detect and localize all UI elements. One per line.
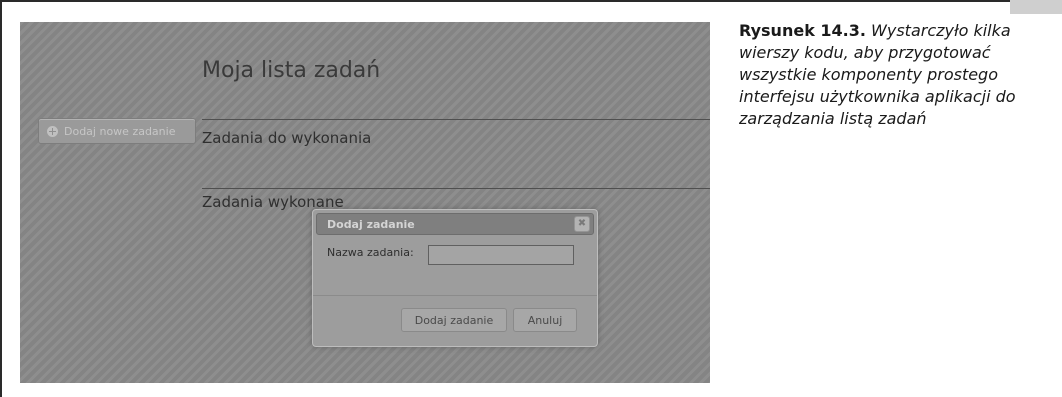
section-heading-todo: Zadania do wykonania xyxy=(202,129,372,147)
add-task-button-label: Dodaj nowe zadanie xyxy=(64,124,176,138)
dialog-title: Dodaj zadanie xyxy=(327,218,415,231)
app-screenshot: Moja lista zadań Dodaj nowe zadanie Zada… xyxy=(20,22,710,383)
figure-caption-label: Rysunek 14.3. xyxy=(739,21,866,40)
task-name-input[interactable] xyxy=(428,245,574,265)
dialog-divider xyxy=(313,295,597,296)
page-title: Moja lista zadań xyxy=(202,58,381,83)
section-divider-done xyxy=(202,188,710,189)
add-task-button[interactable]: Dodaj nowe zadanie xyxy=(38,118,196,144)
section-divider-todo xyxy=(202,119,710,120)
dialog-titlebar[interactable]: Dodaj zadanie ✖ xyxy=(316,213,594,235)
confirm-add-task-button[interactable]: Dodaj zadanie xyxy=(401,308,507,332)
close-icon[interactable]: ✖ xyxy=(574,216,590,232)
add-task-dialog: Dodaj zadanie ✖ Nazwa zadania: Dodaj zad… xyxy=(312,209,598,347)
task-name-label: Nazwa zadania: xyxy=(327,246,414,259)
page-frame-top xyxy=(0,0,1010,2)
page-corner-tab xyxy=(1010,0,1062,14)
page-frame-left xyxy=(0,0,2,397)
plus-circle-icon xyxy=(47,125,58,137)
figure-caption: Rysunek 14.3. Wystarczyło kilka wierszy … xyxy=(739,20,1055,130)
cancel-button[interactable]: Anuluj xyxy=(513,308,577,332)
